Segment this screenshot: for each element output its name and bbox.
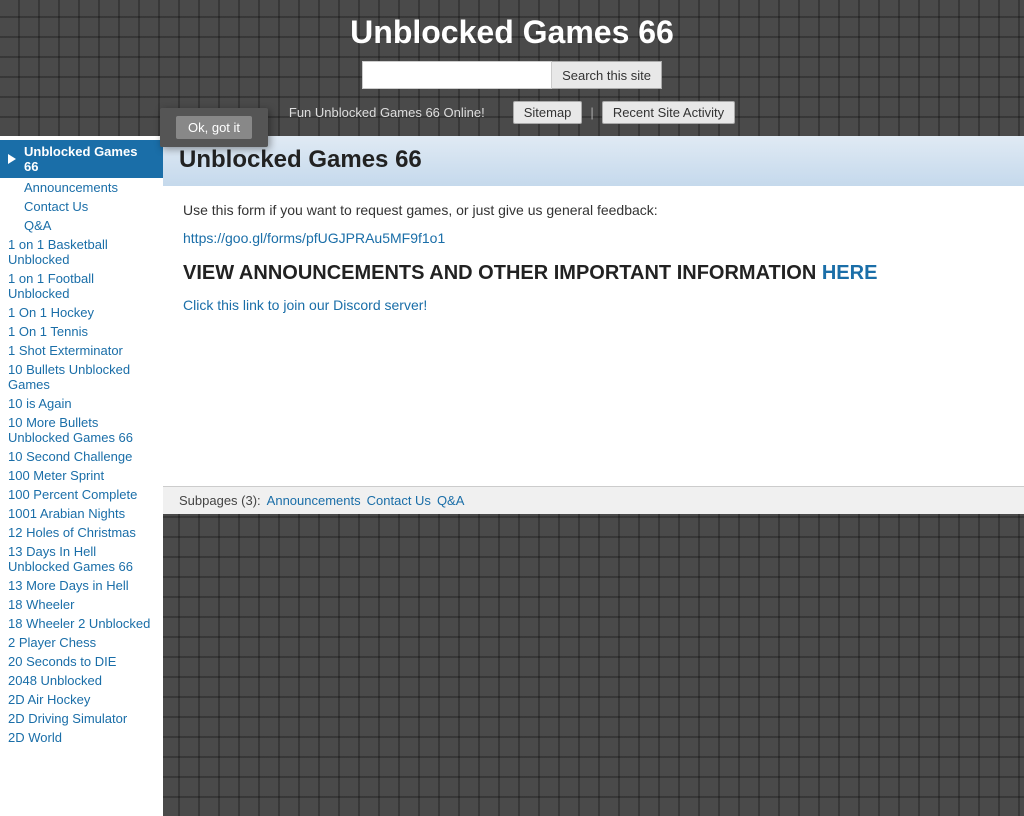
header: Unblocked Games 66 Search this site Fun … xyxy=(0,0,1024,136)
sidebar-item-10[interactable]: 100 Percent Complete xyxy=(0,485,163,504)
sidebar-item-20[interactable]: 2D Air Hockey xyxy=(0,690,163,709)
sidebar-item-13[interactable]: 13 Days In Hell Unblocked Games 66 xyxy=(0,542,163,576)
sidebar-item-6[interactable]: 10 is Again xyxy=(0,394,163,413)
announcements-text: VIEW ANNOUNCEMENTS AND OTHER IMPORTANT I… xyxy=(183,262,822,284)
sidebar-item-19[interactable]: 2048 Unblocked xyxy=(0,671,163,690)
sidebar-item-11[interactable]: 1001 Arabian Nights xyxy=(0,504,163,523)
subpage-qa[interactable]: Q&A xyxy=(437,493,464,508)
sidebar-item-18[interactable]: 20 Seconds to DIE xyxy=(0,652,163,671)
sidebar-item-0[interactable]: 1 on 1 Basketball Unblocked xyxy=(0,235,163,269)
search-button[interactable]: Search this site xyxy=(552,61,662,89)
tagline: Fun Unblocked Games 66 Online! xyxy=(289,105,485,120)
sidebar-item-17[interactable]: 2 Player Chess xyxy=(0,633,163,652)
sidebar-item-21[interactable]: 2D Driving Simulator xyxy=(0,709,163,728)
sidebar-item-12[interactable]: 12 Holes of Christmas xyxy=(0,523,163,542)
sidebar-item-8[interactable]: 10 Second Challenge xyxy=(0,447,163,466)
main-content: Unblocked Games 66 Use this form if you … xyxy=(163,136,1024,816)
sidebar-item-2[interactable]: 1 On 1 Hockey xyxy=(0,303,163,322)
sidebar: Unblocked Games 66 Announcements Contact… xyxy=(0,136,163,816)
sidebar-header[interactable]: Unblocked Games 66 xyxy=(0,140,163,178)
site-title: Unblocked Games 66 xyxy=(0,14,1024,51)
search-bar: Search this site xyxy=(0,61,1024,89)
sidebar-item-3[interactable]: 1 On 1 Tennis xyxy=(0,322,163,341)
discord-link[interactable]: Click this link to join our Discord serv… xyxy=(183,297,1004,313)
page-title: Unblocked Games 66 xyxy=(179,146,1008,174)
sidebar-header-label: Unblocked Games 66 xyxy=(24,144,155,174)
announcements-heading: VIEW ANNOUNCEMENTS AND OTHER IMPORTANT I… xyxy=(183,262,1004,285)
sidebar-sub-announcements[interactable]: Announcements xyxy=(0,178,163,197)
sidebar-item-14[interactable]: 13 More Days in Hell xyxy=(0,576,163,595)
subpages-label: Subpages (3): xyxy=(179,493,261,508)
sidebar-item-7[interactable]: 10 More Bullets Unblocked Games 66 xyxy=(0,413,163,447)
sidebar-sub-qa[interactable]: Q&A xyxy=(0,216,163,235)
sidebar-item-15[interactable]: 18 Wheeler xyxy=(0,595,163,614)
sidebar-item-1[interactable]: 1 on 1 Football Unblocked xyxy=(0,269,163,303)
sidebar-item-16[interactable]: 18 Wheeler 2 Unblocked xyxy=(0,614,163,633)
search-input[interactable] xyxy=(362,61,552,89)
cookie-banner: Ok, got it xyxy=(160,108,268,147)
subpage-announcements[interactable]: Announcements xyxy=(267,493,361,508)
content-header: Unblocked Games 66 xyxy=(163,136,1024,186)
subpage-contact[interactable]: Contact Us xyxy=(367,493,431,508)
sidebar-item-4[interactable]: 1 Shot Exterminator xyxy=(0,341,163,360)
sidebar-item-9[interactable]: 100 Meter Sprint xyxy=(0,466,163,485)
recent-activity-link[interactable]: Recent Site Activity xyxy=(602,101,735,124)
subpages-bar: Subpages (3): Announcements Contact Us Q… xyxy=(163,486,1024,514)
nav-separator: | xyxy=(590,105,593,120)
sidebar-sub-contact[interactable]: Contact Us xyxy=(0,197,163,216)
cookie-ok-button[interactable]: Ok, got it xyxy=(176,116,252,139)
sitemap-link[interactable]: Sitemap xyxy=(513,101,583,124)
content-body: Use this form if you want to request gam… xyxy=(163,186,1024,486)
sidebar-item-22[interactable]: 2D World xyxy=(0,728,163,747)
form-link[interactable]: https://goo.gl/forms/pfUGJPRAu5MF9f1o1 xyxy=(183,230,1004,246)
sidebar-triangle-icon xyxy=(8,154,16,164)
nav-bar: Fun Unblocked Games 66 Online! Sitemap |… xyxy=(0,97,1024,128)
sidebar-item-5[interactable]: 10 Bullets Unblocked Games xyxy=(0,360,163,394)
layout: Unblocked Games 66 Announcements Contact… xyxy=(0,136,1024,816)
form-intro: Use this form if you want to request gam… xyxy=(183,202,1004,218)
here-link[interactable]: HERE xyxy=(822,262,878,284)
